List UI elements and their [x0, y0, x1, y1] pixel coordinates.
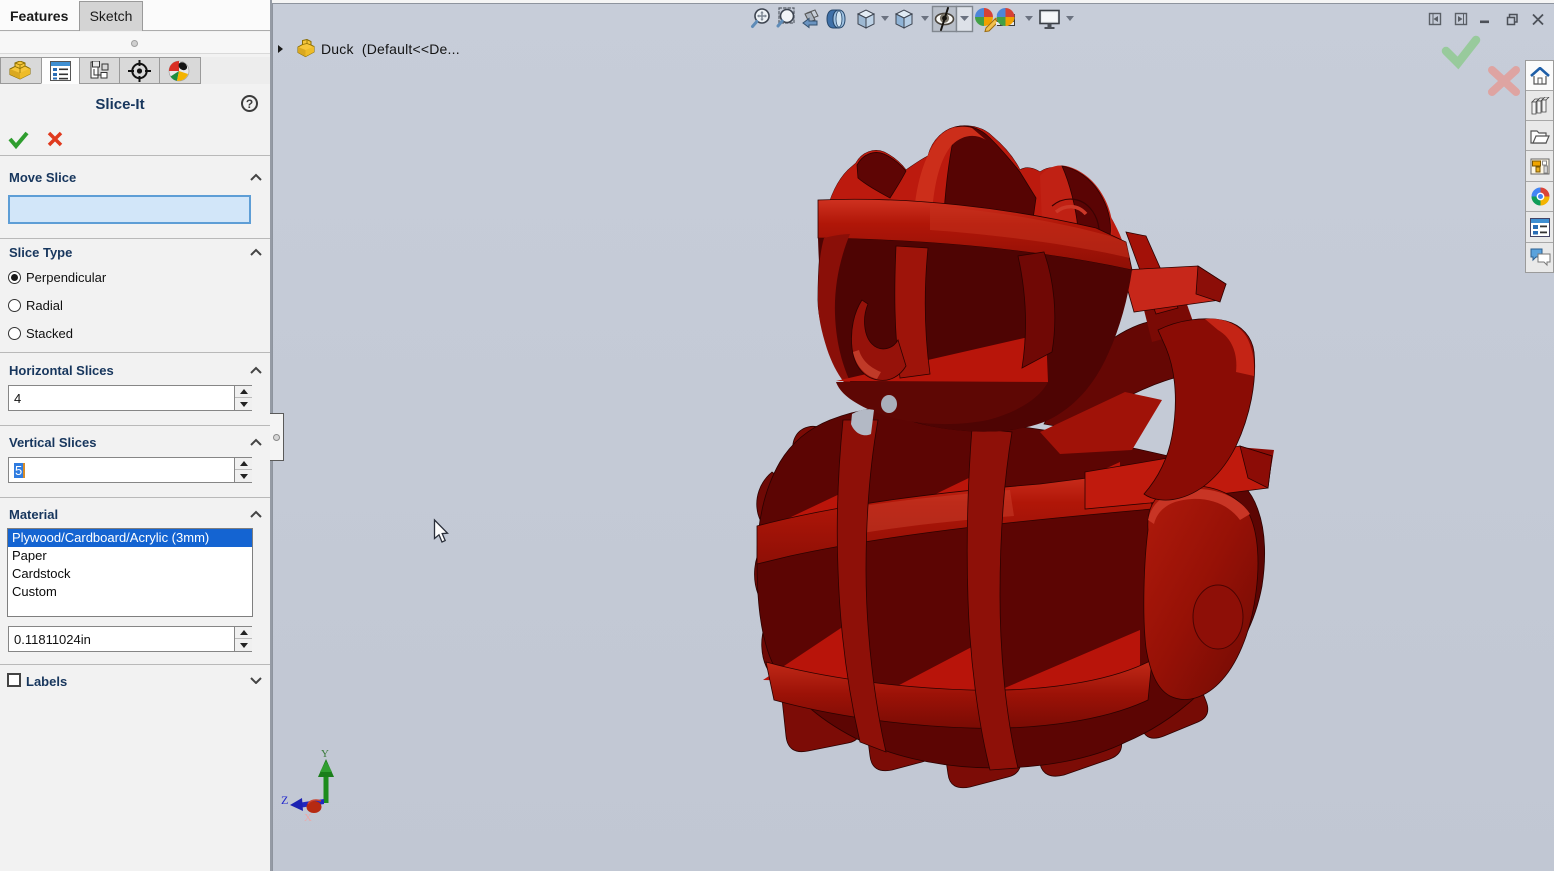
svg-text:Y: Y	[321, 748, 329, 760]
svg-text:X: X	[304, 812, 312, 824]
svg-text:Z: Z	[281, 793, 288, 807]
